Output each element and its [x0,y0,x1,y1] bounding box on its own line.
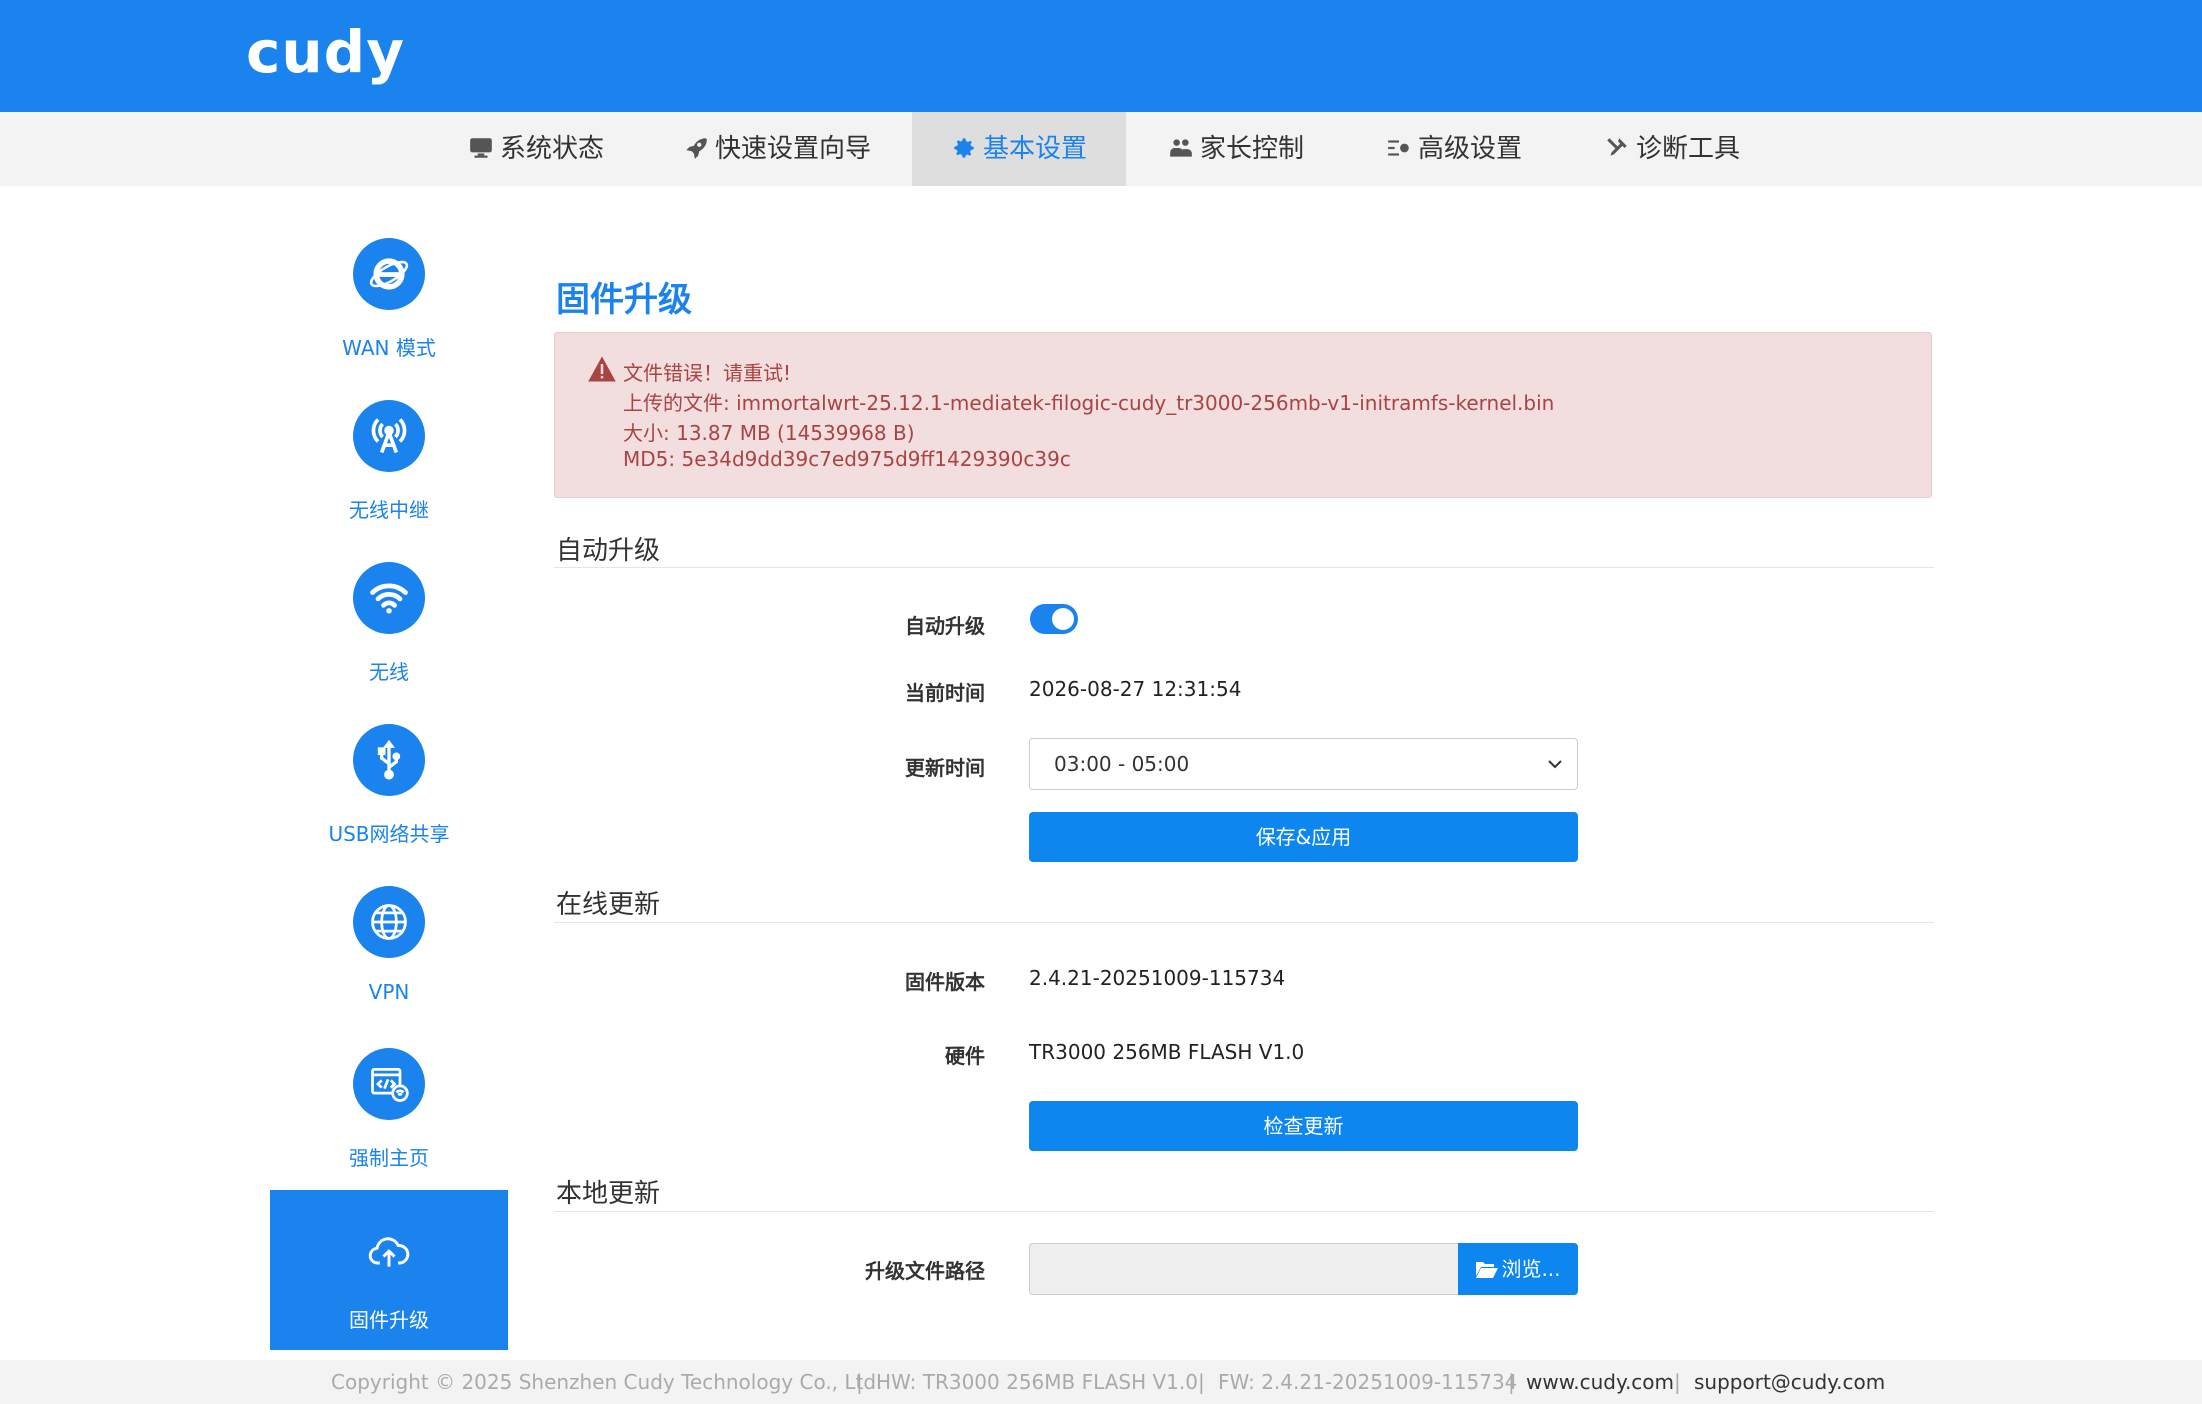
error-alert: 文件错误！请重试! 上传的文件: immortalwrt-25.12.1-med… [554,332,1932,498]
firmware-version-label: 固件版本 [905,970,985,994]
nav-label: 家长控制 [1199,134,1304,164]
hardware-label: 硬件 [945,1044,985,1068]
sidebar-item-label: WAN 模式 [342,336,436,360]
footer-website-link[interactable]: www.cudy.com [1526,1360,1674,1404]
sidebar-item-usb-sharing[interactable]: USB网络共享 [270,724,508,884]
nav-label: 基本设置 [982,134,1087,164]
nav-diagnostic-tools[interactable]: 诊断工具 [1592,112,1752,186]
sidebar-item-label: 固件升级 [349,1308,429,1332]
footer-fw: FW: 2.4.21-20251009-115734 [1218,1370,1518,1394]
alert-md5: MD5: 5e34d9dd39c7ed975d9ff1429390c39c [623,447,1071,471]
users-icon [1170,139,1192,157]
upgrade-file-path-label: 升级文件路径 [865,1259,985,1283]
check-update-button[interactable]: 检查更新 [1029,1101,1578,1151]
footer-copyright: Copyright © 2025 Shenzhen Cudy Technolog… [331,1370,883,1394]
footer: Copyright © 2025 Shenzhen Cudy Technolog… [0,1360,2202,1404]
tools-icon [1607,138,1627,156]
update-time-label: 更新时间 [905,756,985,780]
portal-icon [353,1048,425,1120]
update-time-select[interactable]: 03:00 - 05:00 [1029,738,1578,790]
nav-system-status[interactable]: 系统状态 [456,112,616,186]
alert-filename: 上传的文件: immortalwrt-25.12.1-mediatek-filo… [623,391,1555,415]
nav-quick-setup[interactable]: 快速设置向导 [672,112,882,186]
internet-explorer-icon [353,238,425,310]
footer-separator: | [856,1370,863,1394]
nav-label: 高级设置 [1417,134,1522,164]
monitor-icon [470,138,492,158]
header-bar: cudy [0,0,2202,112]
sliders-icon [1388,140,1409,156]
sidebar-item-wireless[interactable]: 无线 [270,562,508,722]
rocket-icon [686,138,707,159]
auto-upgrade-toggle[interactable] [1030,604,1078,634]
toggle-knob [1052,608,1074,630]
section-divider [554,567,1934,568]
section-title-online-update: 在线更新 [556,890,661,920]
alert-message: 文件错误！请重试! [623,361,792,385]
nav-advanced-settings[interactable]: 高级设置 [1374,112,1534,186]
nav-label: 系统状态 [499,134,604,164]
section-divider [554,922,1934,923]
nav-label: 快速设置向导 [714,134,871,164]
update-time-selected: 03:00 - 05:00 [1054,752,1190,776]
footer-hw: HW: TR3000 256MB FLASH V1.0 [876,1370,1198,1394]
cudy-logo[interactable]: cudy [246,18,405,86]
nav-basic-settings[interactable]: 基本设置 [912,112,1126,186]
firmware-version-value: 2.4.21-20251009-115734 [1029,966,1286,990]
antenna-icon [353,400,425,472]
footer-email-link[interactable]: support@cudy.com [1694,1360,1885,1404]
top-nav: 系统状态 快速设置向导 基本设置 家长控制 高级设置 诊断工具 [0,112,2202,186]
globe-icon [353,886,425,958]
chevron-down-icon [1548,760,1562,769]
alert-filesize: 大小: 13.87 MB (14539968 B) [623,421,915,445]
page-title: 固件升级 [556,280,692,320]
browse-label: 浏览... [1501,1257,1561,1281]
footer-separator: | [1508,1370,1515,1394]
current-time-label: 当前时间 [905,681,985,705]
footer-separator: | [1198,1370,1205,1394]
sidebar-item-wan-mode[interactable]: WAN 模式 [270,238,508,398]
sidebar-item-label: VPN [368,980,410,1004]
folder-open-icon [1476,1262,1499,1278]
upgrade-file-path-input[interactable] [1029,1243,1459,1295]
section-divider [554,1211,1934,1212]
sidebar-item-vpn[interactable]: VPN [270,886,508,1046]
cloud-upload-icon [353,1216,425,1288]
footer-separator: | [1674,1370,1681,1394]
hardware-value: TR3000 256MB FLASH V1.0 [1029,1040,1305,1064]
sidebar-item-firmware-upgrade[interactable]: 固件升级 [270,1190,508,1350]
browse-button[interactable]: 浏览... [1458,1243,1578,1295]
sidebar-item-label: 无线 [369,660,409,684]
warning-icon [588,356,616,382]
sidebar-item-captive-portal[interactable]: 强制主页 [270,1048,508,1208]
wifi-icon [353,562,425,634]
gear-icon [954,138,974,158]
sidebar-item-label: 无线中继 [349,498,429,522]
sidebar-item-label: 强制主页 [349,1146,429,1170]
current-time-value: 2026-08-27 12:31:54 [1029,677,1242,701]
auto-upgrade-label: 自动升级 [905,614,985,638]
usb-icon [353,724,425,796]
nav-parental-control[interactable]: 家长控制 [1156,112,1316,186]
sidebar-item-label: USB网络共享 [328,822,450,846]
section-title-local-update: 本地更新 [556,1179,661,1209]
nav-label: 诊断工具 [1635,134,1740,164]
section-title-auto-upgrade: 自动升级 [556,536,661,566]
save-apply-button[interactable]: 保存&应用 [1029,812,1578,862]
sidebar-item-wireless-repeater[interactable]: 无线中继 [270,400,508,560]
